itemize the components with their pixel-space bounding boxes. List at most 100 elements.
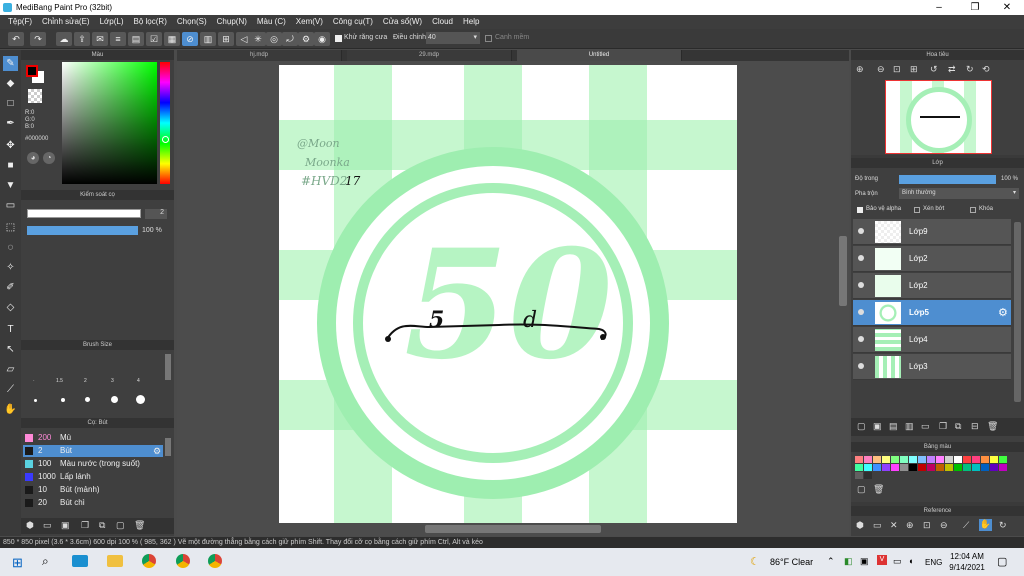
flip-icon[interactable]: ⇄: [948, 64, 956, 75]
weather-moon-icon[interactable]: ☾: [750, 555, 760, 568]
palette-swatch[interactable]: [999, 456, 1007, 463]
layer-row[interactable]: Lớp3: [853, 354, 1011, 380]
brush-list-item[interactable]: 100 Màu nước (trong suốt): [23, 458, 163, 470]
palette-swatch[interactable]: [963, 456, 971, 463]
brush-size-slider[interactable]: [27, 209, 141, 218]
tab-hj[interactable]: hj.mdp: [177, 50, 342, 61]
gear-icon[interactable]: ⚙: [153, 445, 161, 457]
layer-opacity-slider[interactable]: [899, 175, 996, 184]
parallel-snap-icon[interactable]: ▥: [200, 32, 216, 46]
comment-icon[interactable]: ✉: [92, 32, 108, 46]
layer-row[interactable]: Lớp2: [853, 273, 1011, 299]
visibility-eye-icon[interactable]: [858, 255, 864, 261]
layer-settings-icon[interactable]: ⊟: [971, 421, 979, 432]
palette-icon[interactable]: ◕: [27, 152, 39, 164]
palette-swatch[interactable]: [864, 472, 872, 479]
menu-window[interactable]: Cửa sổ(W): [378, 15, 427, 29]
palette-swatch[interactable]: [891, 456, 899, 463]
move-tool-icon[interactable]: ✥: [3, 138, 18, 153]
brush-size-scrollbar[interactable]: [165, 354, 171, 380]
palette-swatch[interactable]: [873, 456, 881, 463]
canvas-vertical-scrollbar[interactable]: [839, 236, 847, 306]
snap-off-icon[interactable]: ⊘: [182, 32, 198, 46]
dell-app-icon[interactable]: [72, 555, 88, 567]
tab-29[interactable]: 29.mdp: [347, 50, 512, 61]
document-icon[interactable]: ▤: [128, 32, 144, 46]
palette-swatch[interactable]: [900, 456, 908, 463]
menu-file[interactable]: Tệp(F): [3, 15, 37, 29]
palette-swatch[interactable]: [855, 456, 863, 463]
antialias-checkbox[interactable]: [335, 35, 342, 42]
close-icon[interactable]: ✕: [990, 0, 1024, 15]
chrome-icon[interactable]: [142, 554, 156, 568]
palette-swatch[interactable]: [891, 464, 899, 471]
brush-list-item[interactable]: 20 Bút chì: [23, 497, 163, 509]
brush-size-label[interactable]: 2: [84, 378, 87, 384]
color-wheel-icon[interactable]: ◔: [43, 152, 55, 164]
layer-row[interactable]: Lớp4: [853, 327, 1011, 353]
duplicate-icon[interactable]: ⧉: [99, 520, 105, 531]
hand-tool-icon[interactable]: ✋: [3, 402, 18, 417]
checkbox-icon[interactable]: ☑: [146, 32, 162, 46]
layer-scrollbar[interactable]: [1014, 222, 1021, 402]
visibility-eye-icon[interactable]: [858, 336, 864, 342]
chrome-icon[interactable]: [208, 554, 222, 568]
palette-swatch[interactable]: [981, 456, 989, 463]
new-layer-icon[interactable]: ▢: [857, 421, 866, 432]
layer-row[interactable]: Lớp2: [853, 246, 1011, 272]
new-halftone-layer-icon[interactable]: ▣: [873, 421, 882, 432]
gear-icon[interactable]: ⚙: [298, 32, 314, 46]
add-color-icon[interactable]: ▢: [857, 484, 866, 495]
palette-swatch[interactable]: [864, 456, 872, 463]
add-brush-icon[interactable]: ⬢: [26, 520, 34, 531]
windows-start-icon[interactable]: ⊞: [12, 555, 23, 571]
clipping-checkbox[interactable]: [914, 207, 920, 213]
fit-icon[interactable]: ⊡: [923, 520, 931, 531]
menu-filter[interactable]: Bộ lọc(R): [129, 15, 172, 29]
cross-snap-icon[interactable]: ⊞: [218, 32, 234, 46]
canvas-horizontal-scrollbar[interactable]: [425, 525, 601, 533]
transparent-color[interactable]: [28, 89, 42, 103]
menu-layer[interactable]: Lớp(L): [95, 15, 129, 29]
brush-size-label[interactable]: 4: [137, 378, 140, 384]
smooth-checkbox[interactable]: [485, 35, 492, 42]
menu-view[interactable]: Xem(V): [291, 15, 328, 29]
zoom-in-icon[interactable]: ⊕: [856, 64, 864, 75]
palette-swatch[interactable]: [954, 456, 962, 463]
eyedropper-tool-icon[interactable]: ⟋: [3, 382, 18, 397]
gear-icon[interactable]: ⚙: [998, 306, 1008, 319]
brush-list-scrollbar[interactable]: [165, 438, 171, 456]
battery-icon[interactable]: ▭: [893, 556, 902, 567]
bucket-tool-icon[interactable]: ▼: [3, 178, 18, 193]
menu-color[interactable]: Màu (C): [252, 15, 291, 29]
palette-swatch[interactable]: [927, 464, 935, 471]
brush-size-dot[interactable]: [111, 396, 118, 403]
merge-down-icon[interactable]: ⧉: [955, 421, 961, 432]
brush-size-dot[interactable]: [85, 397, 90, 402]
lasso-tool-icon[interactable]: ◌: [3, 240, 18, 255]
list-icon[interactable]: ≡: [110, 32, 126, 46]
visibility-eye-icon[interactable]: [858, 282, 864, 288]
zoom-out-icon[interactable]: ⊖: [940, 520, 948, 531]
pen-tool-icon[interactable]: ✒: [3, 116, 18, 131]
alpha-protect-checkbox[interactable]: [857, 207, 863, 213]
navigator-preview[interactable]: [885, 80, 992, 154]
copy-layer-icon[interactable]: ❐: [939, 421, 947, 432]
zoom-out-icon[interactable]: ⊖: [877, 64, 885, 75]
layer-row-selected[interactable]: Lớp5 ⚙: [853, 300, 1011, 326]
palette-swatch[interactable]: [954, 464, 962, 471]
brush-size-label[interactable]: 3: [111, 378, 114, 384]
palette-swatch[interactable]: [855, 464, 863, 471]
notification-icon[interactable]: ▢: [997, 555, 1007, 568]
undo-icon[interactable]: ↶: [8, 32, 24, 46]
operation-tool-icon[interactable]: ↖: [3, 342, 18, 357]
rotate-icon[interactable]: ↻: [999, 520, 1007, 531]
saturation-value-picker[interactable]: [62, 62, 157, 184]
fill-rect-tool-icon[interactable]: ■: [3, 158, 18, 173]
delete-color-icon[interactable]: 🗑: [873, 484, 884, 495]
palette-swatch[interactable]: [882, 456, 890, 463]
layer-row[interactable]: Lớp9: [853, 219, 1011, 245]
rename-icon[interactable]: ▢: [116, 520, 125, 531]
gradient-tool-icon[interactable]: ▭: [3, 198, 18, 213]
palette-swatch[interactable]: [972, 464, 980, 471]
